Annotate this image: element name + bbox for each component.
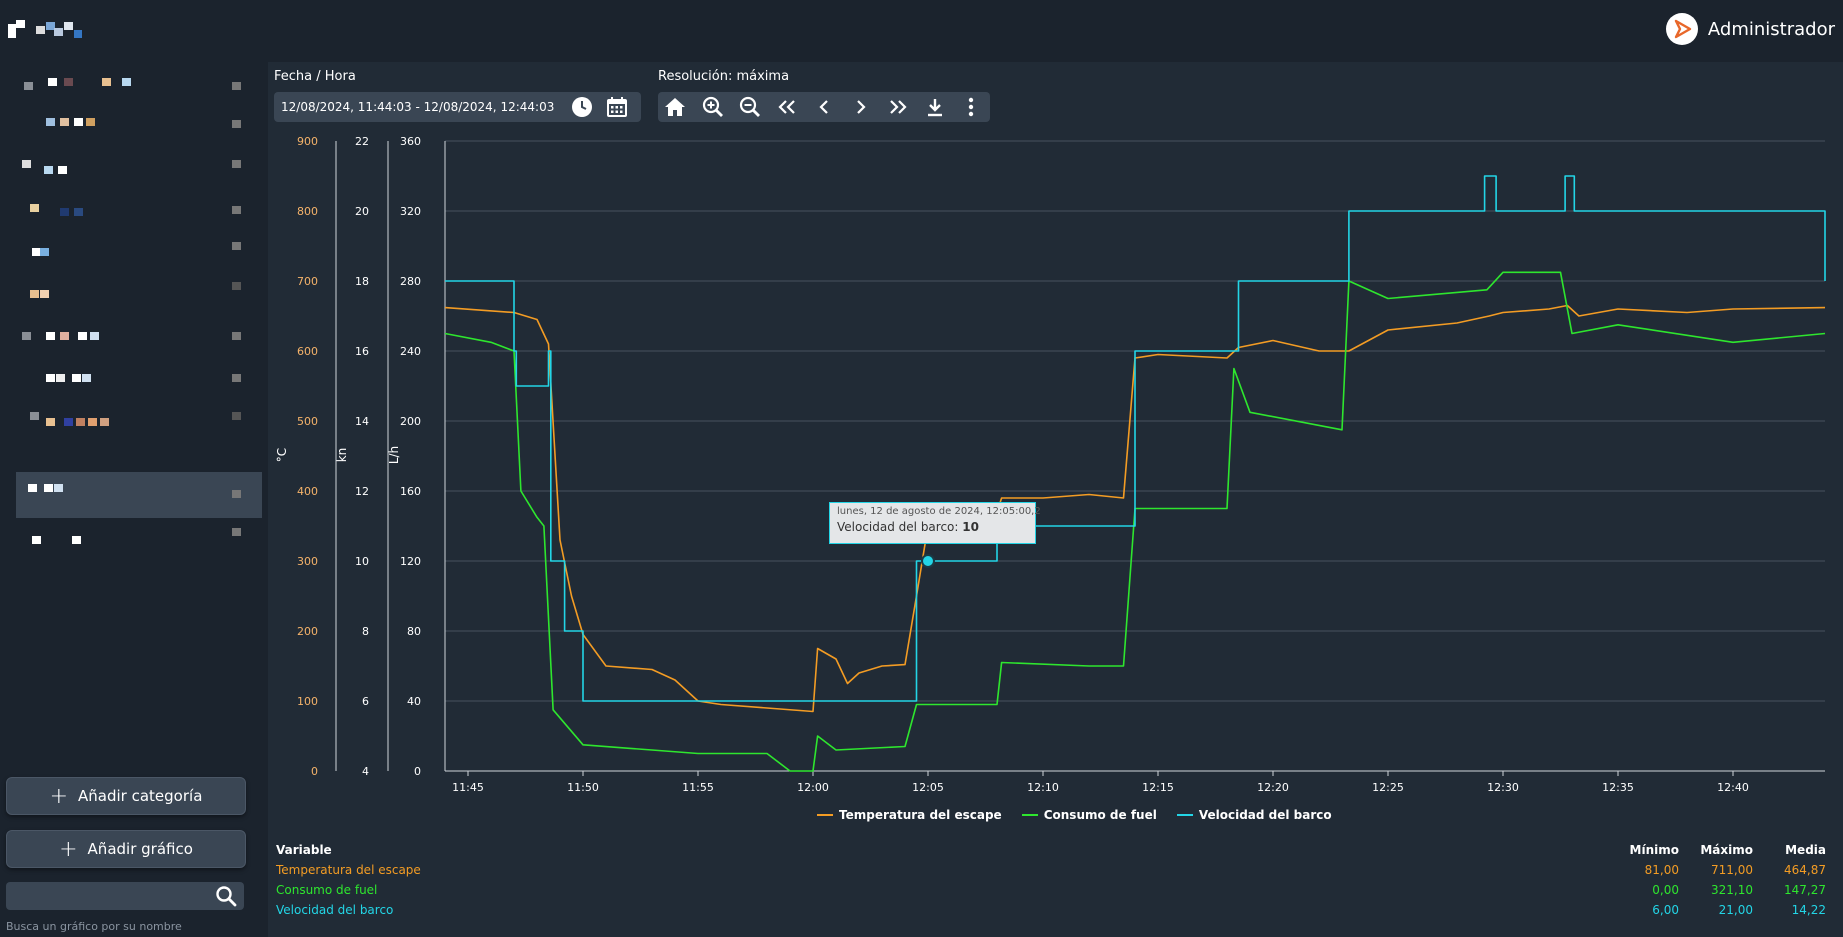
y-tick-label: 360 — [400, 135, 421, 148]
y-tick-label: 4 — [362, 765, 369, 778]
x-tick-label: 12:10 — [1027, 781, 1059, 794]
y-tick-label: 8 — [362, 625, 369, 638]
stats-variable: Consumo de fuel — [276, 883, 378, 897]
chart-axes: 0100200300400500600700800900°C4681012141… — [275, 135, 1825, 794]
y-tick-label: 18 — [355, 275, 369, 288]
x-tick-label: 11:50 — [567, 781, 599, 794]
y-axis-label: kn — [335, 448, 349, 463]
legend-item-fuel[interactable]: Consumo de fuel — [1021, 808, 1157, 822]
y-tick-label: 160 — [400, 485, 421, 498]
stats-header-max: Máximo — [1700, 843, 1753, 857]
stats-variable: Temperatura del escape — [276, 863, 421, 877]
tooltip-series: Velocidad del barco: — [837, 520, 963, 534]
x-tick-label: 12:30 — [1487, 781, 1519, 794]
stats-mean: 14,22 — [1791, 903, 1826, 917]
y-tick-label: 10 — [355, 555, 369, 568]
y-tick-label: 300 — [297, 555, 318, 568]
x-tick-label: 11:45 — [452, 781, 484, 794]
y-tick-label: 0 — [311, 765, 318, 778]
stats-mean: 147,27 — [1784, 883, 1826, 897]
stats-variable: Velocidad del barco — [276, 903, 394, 917]
legend-label: Consumo de fuel — [1043, 808, 1157, 822]
stats-row-fuel: Consumo de fuel 0,00 321,10 147,27 — [276, 883, 1826, 901]
y-tick-label: 100 — [297, 695, 318, 708]
y-tick-label: 40 — [407, 695, 421, 708]
stats-max: 321,10 — [1711, 883, 1753, 897]
stats-max: 711,00 — [1711, 863, 1753, 877]
tooltip-value: 10 — [962, 520, 979, 534]
x-tick-label: 11:55 — [682, 781, 714, 794]
legend-item-temperature[interactable]: Temperatura del escape — [817, 808, 1002, 822]
y-tick-label: 280 — [400, 275, 421, 288]
chart-series — [444, 175, 1826, 772]
x-tick-label: 12:05 — [912, 781, 944, 794]
legend-label: Velocidad del barco — [1198, 808, 1332, 822]
legend-item-speed[interactable]: Velocidad del barco — [1176, 808, 1332, 822]
y-tick-label: 12 — [355, 485, 369, 498]
y-axis-label: L/h — [387, 446, 401, 464]
tooltip-marker — [921, 554, 935, 568]
stats-row-speed: Velocidad del barco 6,00 21,00 14,22 — [276, 903, 1826, 921]
series-line-speed — [445, 175, 1826, 702]
tooltip-date: lunes, 12 de agosto de 2024, 12:05:00,2 — [837, 506, 1041, 517]
stats-min: 0,00 — [1652, 883, 1679, 897]
stats-mean: 464,87 — [1784, 863, 1826, 877]
x-tick-label: 12:35 — [1602, 781, 1634, 794]
y-tick-label: 400 — [297, 485, 318, 498]
x-tick-label: 12:40 — [1717, 781, 1749, 794]
y-tick-label: 900 — [297, 135, 318, 148]
y-tick-label: 120 — [400, 555, 421, 568]
x-tick-label: 12:25 — [1372, 781, 1404, 794]
y-tick-label: 20 — [355, 205, 369, 218]
chart-legend: Temperatura del escape Consumo de fuel V… — [817, 808, 1332, 822]
y-tick-label: 22 — [355, 135, 369, 148]
stats-header-min: Mínimo — [1629, 843, 1679, 857]
y-tick-label: 500 — [297, 415, 318, 428]
line-chart: 0100200300400500600700800900°C4681012141… — [275, 135, 1826, 794]
stats-header-variable: Variable — [276, 843, 332, 857]
x-tick-label: 12:15 — [1142, 781, 1174, 794]
stats-min: 6,00 — [1652, 903, 1679, 917]
stats-header-mean: Media — [1785, 843, 1826, 857]
y-tick-label: 80 — [407, 625, 421, 638]
stats-header-row: Variable Mínimo Máximo Media — [276, 843, 1826, 861]
y-tick-label: 800 — [297, 205, 318, 218]
stats-row-temperature: Temperatura del escape 81,00 711,00 464,… — [276, 863, 1826, 881]
stats-max: 21,00 — [1718, 903, 1753, 917]
x-tick-label: 12:20 — [1257, 781, 1289, 794]
y-axis-label: °C — [275, 448, 289, 462]
tooltip-point — [921, 554, 935, 568]
x-tick-label: 12:00 — [797, 781, 829, 794]
y-tick-label: 14 — [355, 415, 369, 428]
y-tick-label: 600 — [297, 345, 318, 358]
legend-label: Temperatura del escape — [839, 808, 1002, 822]
y-tick-label: 16 — [355, 345, 369, 358]
chart-tooltip: lunes, 12 de agosto de 2024, 12:05:00,2 … — [829, 502, 1041, 544]
y-tick-label: 200 — [400, 415, 421, 428]
y-tick-label: 240 — [400, 345, 421, 358]
y-tick-label: 320 — [400, 205, 421, 218]
y-tick-label: 200 — [297, 625, 318, 638]
stats-min: 81,00 — [1644, 863, 1679, 877]
y-tick-label: 0 — [414, 765, 421, 778]
y-tick-label: 6 — [362, 695, 369, 708]
y-tick-label: 700 — [297, 275, 318, 288]
